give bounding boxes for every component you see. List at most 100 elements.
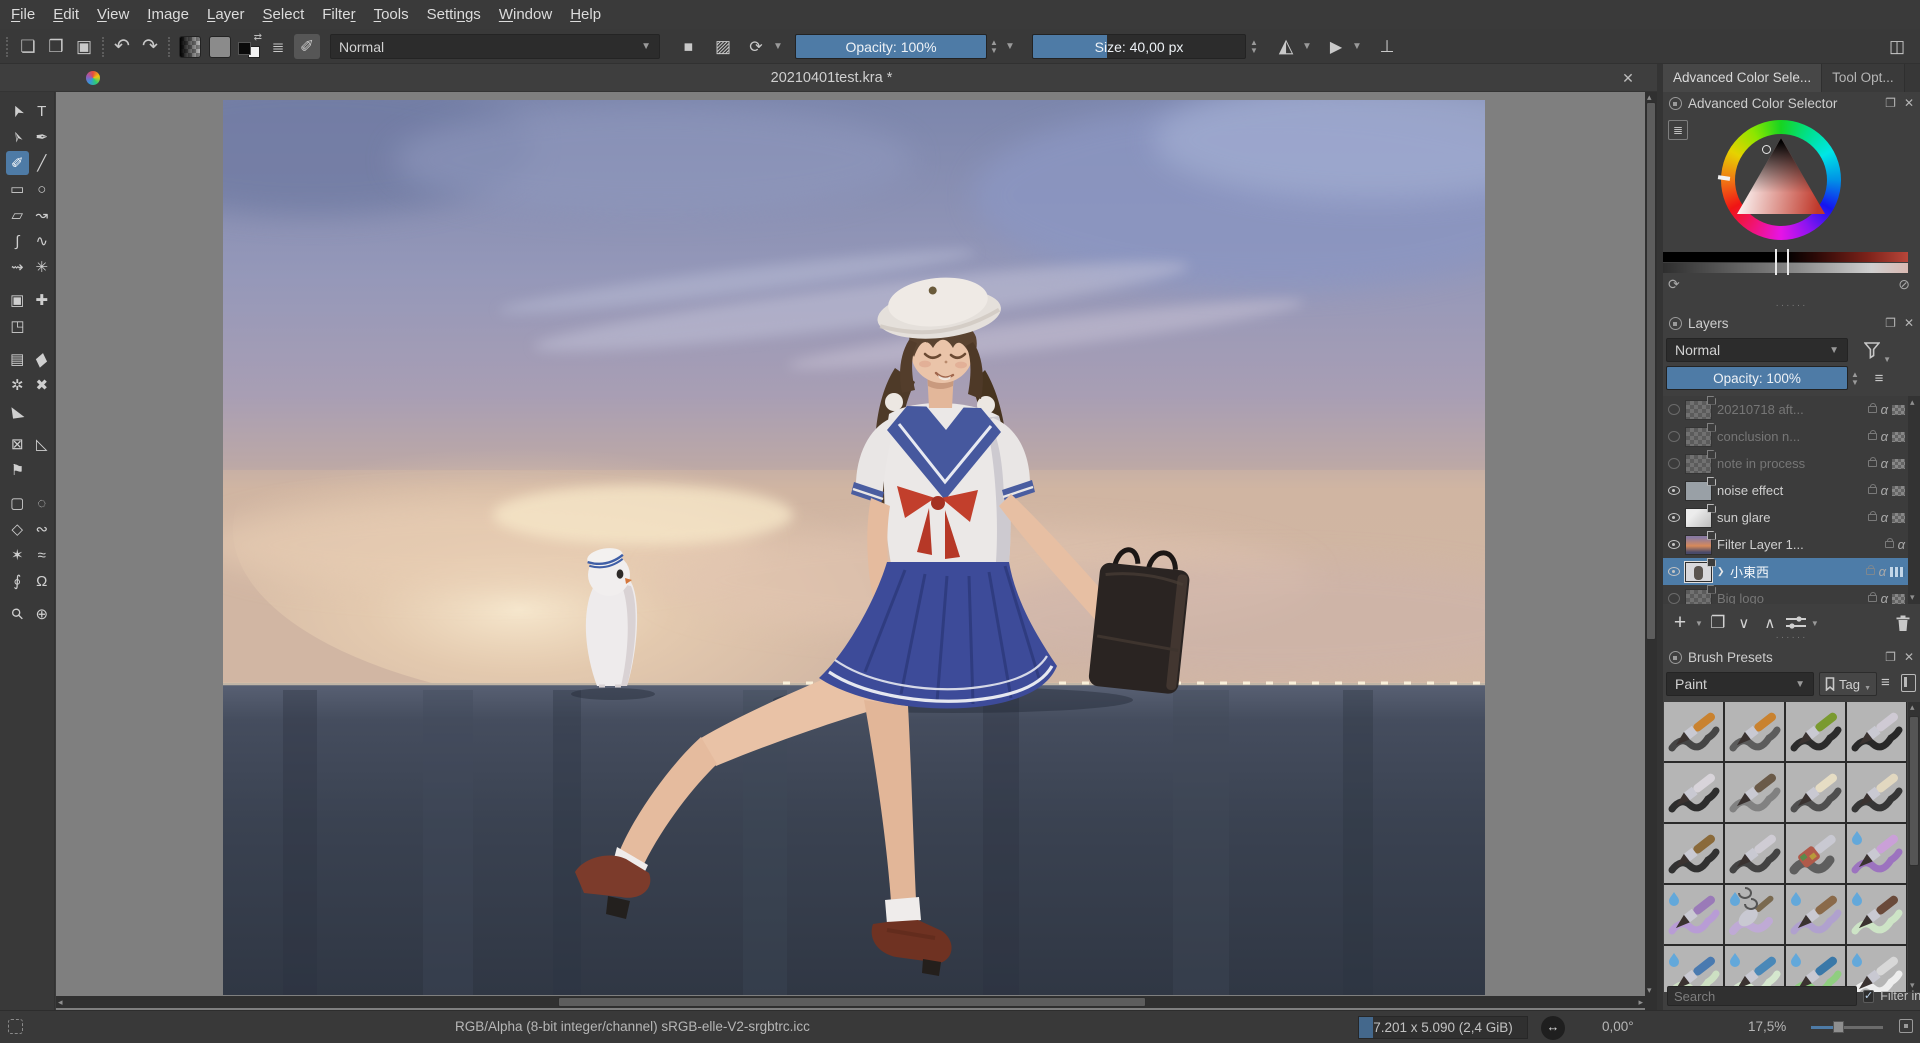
brush-preset[interactable] xyxy=(1725,763,1784,822)
shade-strip-light[interactable] xyxy=(1663,263,1908,273)
inherit-alpha-icon[interactable] xyxy=(1892,486,1905,496)
menu-item-select[interactable]: Select xyxy=(254,0,314,29)
menu-item-image[interactable]: Image xyxy=(138,0,198,29)
brush-preset[interactable] xyxy=(1847,824,1906,883)
zoom-slider[interactable] xyxy=(1811,1026,1883,1029)
brush-preset[interactable] xyxy=(1786,885,1845,944)
docker-lock-icon[interactable] xyxy=(1669,317,1682,330)
docker-lock-icon[interactable] xyxy=(1669,651,1682,664)
close-docker-icon[interactable]: ✕ xyxy=(1904,650,1914,664)
close-document-icon[interactable]: ✕ xyxy=(1619,69,1637,87)
layer-row[interactable]: note in processα xyxy=(1663,450,1908,477)
tool-move-icon[interactable]: ✚ xyxy=(31,288,54,312)
layer-row[interactable]: ❯小東西α xyxy=(1663,558,1908,585)
menu-item-file[interactable]: File xyxy=(2,0,44,29)
menu-item-window[interactable]: Window xyxy=(490,0,561,29)
reload-preset-icon[interactable]: ⟳ xyxy=(744,29,768,64)
horizontal-scrollbar[interactable]: ◂ ▸ xyxy=(56,996,1645,1008)
layer-row[interactable]: Filter Layer 1...α xyxy=(1663,531,1908,558)
menu-item-edit[interactable]: Edit xyxy=(44,0,88,29)
horizontal-scroll-thumb[interactable] xyxy=(558,997,1146,1007)
brush-preset[interactable] xyxy=(1664,824,1723,883)
tool-freehand-path-icon[interactable]: ∿ xyxy=(31,229,54,253)
eye-closed-icon[interactable] xyxy=(1668,458,1680,469)
tool-assistants-icon[interactable]: ◺ xyxy=(31,432,54,456)
tool-zoom-icon[interactable]: ⚲ xyxy=(6,602,29,626)
menu-item-view[interactable]: View xyxy=(88,0,138,29)
open-document-icon[interactable]: ❒ xyxy=(44,29,68,64)
shade-strip-dark[interactable] xyxy=(1663,252,1908,262)
inherit-alpha-icon[interactable] xyxy=(1892,594,1905,604)
tool-reference-images-icon[interactable]: ⚑ xyxy=(6,458,29,482)
brush-grid-scrollbar[interactable]: ▴ ▾ xyxy=(1908,702,1920,992)
tool-dynamic-brush-icon[interactable]: ⇝ xyxy=(6,255,29,279)
tool-bezier-curve-icon[interactable]: ∫ xyxy=(6,229,29,253)
opacity-slider[interactable]: Opacity: 100% xyxy=(795,34,987,59)
float-docker-icon[interactable]: ❐ xyxy=(1885,96,1896,110)
tool-ellipse-select-icon[interactable]: ◌ xyxy=(31,491,54,515)
layer-lock-icon[interactable] xyxy=(1868,514,1877,521)
tool-select-shapes-icon[interactable]: ➤ xyxy=(6,99,29,123)
blending-mode-dropdown[interactable]: Normal ▼ xyxy=(330,34,660,59)
scroll-down-icon[interactable]: ▾ xyxy=(1647,985,1652,996)
color-selector-settings-icon[interactable]: ≣ xyxy=(1668,120,1688,140)
alpha-lock-icon[interactable]: α xyxy=(1881,402,1888,417)
layer-styles-icon[interactable] xyxy=(1890,567,1905,577)
toolbar-drag-handle[interactable] xyxy=(6,37,11,57)
eye-open-icon[interactable] xyxy=(1668,513,1680,522)
docker-lock-icon[interactable] xyxy=(1669,97,1682,110)
brush-preset[interactable] xyxy=(1725,702,1784,761)
eye-closed-icon[interactable] xyxy=(1668,593,1680,604)
brush-preset[interactable] xyxy=(1786,824,1845,883)
alpha-lock-icon[interactable]: α xyxy=(1879,564,1886,579)
tool-text-icon[interactable]: T xyxy=(31,99,54,123)
brush-preset[interactable] xyxy=(1786,763,1845,822)
tool-smart-patch-icon[interactable]: ✖ xyxy=(31,373,54,397)
toolbar-drag-handle[interactable] xyxy=(168,37,173,57)
workspace-chooser-icon[interactable]: ◫ xyxy=(1884,29,1910,64)
menu-item-filter[interactable]: Filter xyxy=(313,0,364,29)
inherit-alpha-icon[interactable] xyxy=(1892,405,1905,415)
tool-transform-icon[interactable]: ▣ xyxy=(6,288,29,312)
brush-editor-icon[interactable]: ✐ xyxy=(294,34,320,59)
brush-preset[interactable] xyxy=(1847,702,1906,761)
brush-preset[interactable] xyxy=(1725,885,1784,944)
tool-line-icon[interactable]: ╱ xyxy=(31,151,54,175)
tool-enclose-fill-icon[interactable]: ⊠ xyxy=(6,432,29,456)
inherit-alpha-icon[interactable] xyxy=(1892,459,1905,469)
brush-preset[interactable] xyxy=(1847,763,1906,822)
layer-options-menu-icon[interactable]: ≡ xyxy=(1867,366,1891,390)
alpha-lock-icon[interactable]: α xyxy=(1898,537,1905,552)
layer-row[interactable]: sun glareα xyxy=(1663,504,1908,531)
scroll-down-icon[interactable]: ▾ xyxy=(1910,592,1915,603)
layer-row[interactable]: 20210718 aft...α xyxy=(1663,396,1908,423)
brush-settings-icon[interactable]: ≣ xyxy=(266,29,290,64)
alpha-lock-icon[interactable]: α xyxy=(1881,456,1888,471)
eraser-mode-icon[interactable]: ◆ xyxy=(667,25,710,68)
zoom-fit-icon[interactable] xyxy=(1899,1019,1913,1033)
search-input[interactable] xyxy=(1667,986,1857,1006)
tool-polyline-icon[interactable]: ↝ xyxy=(31,203,54,227)
docker-resize-handle[interactable]: ······ xyxy=(1663,302,1920,310)
new-document-icon[interactable]: ❏ xyxy=(16,29,40,64)
save-icon[interactable]: ▣ xyxy=(72,29,96,64)
inherit-alpha-icon[interactable] xyxy=(1892,432,1905,442)
layer-lock-icon[interactable] xyxy=(1868,595,1877,602)
tool-contiguous-select-icon[interactable]: ✶ xyxy=(6,543,29,567)
brush-size-slider[interactable]: Size: 40,00 px xyxy=(1032,34,1246,59)
eye-closed-icon[interactable] xyxy=(1668,431,1680,442)
eye-closed-icon[interactable] xyxy=(1668,404,1680,415)
tool-gradient-icon[interactable]: ▤ xyxy=(6,347,29,371)
chevron-down-icon[interactable]: ▼ xyxy=(1302,29,1312,64)
scroll-up-icon[interactable]: ▴ xyxy=(1910,397,1915,408)
layer-lock-icon[interactable] xyxy=(1866,568,1875,575)
tool-edit-shapes-icon[interactable]: ➢ xyxy=(6,125,29,149)
layer-opacity-slider[interactable]: Opacity: 100% xyxy=(1666,366,1848,390)
color-selector-cursor[interactable] xyxy=(1762,145,1771,154)
canvas-area[interactable]: ◂ ▸ ▴ ▾ xyxy=(56,92,1657,1010)
fg-bg-color-chip[interactable]: ⇄ xyxy=(236,29,262,64)
canvas-artwork[interactable] xyxy=(223,100,1485,995)
layer-lock-icon[interactable] xyxy=(1868,406,1877,413)
tool-fill-icon[interactable]: ◣ xyxy=(6,399,29,423)
tool-multibrush-icon[interactable]: ✳ xyxy=(31,255,54,279)
